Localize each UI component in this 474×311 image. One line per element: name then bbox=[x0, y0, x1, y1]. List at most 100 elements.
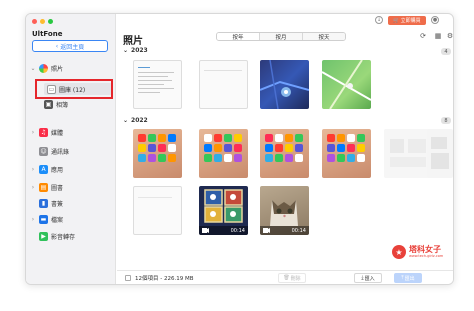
video-camera-icon bbox=[263, 228, 270, 233]
trash-icon: 🗑 bbox=[283, 275, 290, 281]
highlight-box bbox=[35, 79, 113, 99]
page-title: 照片 bbox=[123, 36, 143, 47]
refresh-icon[interactable]: ⟳ bbox=[418, 31, 428, 41]
import-icon: ⤓ bbox=[361, 275, 364, 281]
sidebar-item-label: 影音轉存 bbox=[51, 233, 76, 241]
photo-thumbnail[interactable] bbox=[384, 129, 433, 178]
sidebar-item-files[interactable]: › ▬ 檔案 bbox=[30, 213, 112, 225]
tab-by-year[interactable]: 按年 bbox=[217, 33, 260, 40]
group-header-2023[interactable]: ⌄ 2023 bbox=[123, 47, 148, 54]
photo-thumbnail[interactable] bbox=[199, 60, 248, 109]
sidebar-item-label: 通訊錄 bbox=[51, 148, 70, 156]
group-year-label: 2023 bbox=[131, 47, 148, 54]
chevron-down-icon[interactable]: ⌄ bbox=[123, 117, 128, 124]
import-label: 匯入 bbox=[364, 275, 375, 282]
photo-thumbnail[interactable] bbox=[322, 129, 371, 178]
back-arrow-icon: ‹ bbox=[55, 42, 59, 50]
video-thumbnail[interactable]: 00:14 bbox=[260, 186, 309, 235]
video-duration: 00:14 bbox=[291, 227, 306, 234]
buy-now-label: 立即購買 bbox=[400, 18, 421, 24]
user-icon[interactable]: ● bbox=[431, 16, 439, 24]
chevron-down-icon[interactable]: ⌄ bbox=[30, 65, 36, 72]
map-image bbox=[260, 60, 309, 109]
view-mode-segmented-control: 按年 按月 按天 bbox=[216, 32, 346, 41]
sidebar-item-label: 書簽 bbox=[51, 200, 64, 208]
cart-icon: 🛒 bbox=[393, 17, 400, 24]
download-icon[interactable]: ↓ bbox=[375, 16, 383, 24]
watermark-url: www.tech-girlz.com bbox=[409, 253, 444, 258]
game-map-image bbox=[322, 60, 371, 109]
video-thumbnail[interactable]: 00:14 bbox=[199, 186, 248, 235]
minimize-window-button[interactable] bbox=[40, 19, 45, 24]
video-duration: 00:14 bbox=[230, 227, 245, 234]
watermark-logo: ★ 塔科女子 www.tech-girlz.com bbox=[392, 243, 458, 261]
sidebar-item-media[interactable]: › ♫ 媒體 bbox=[30, 126, 112, 138]
music-icon: ♫ bbox=[39, 127, 48, 137]
window-controls bbox=[32, 19, 53, 24]
export-icon: ⤒ bbox=[401, 275, 404, 281]
sidebar: UltFone ‹ 返回主頁 ⌄ 照片 ▭ 圖庫 (12) ▣ 相簿 › ♫ 媒… bbox=[26, 14, 116, 284]
sidebar-item-photos[interactable]: ⌄ 照片 bbox=[30, 62, 112, 74]
bottom-bar: 12個項目 - 226.19 MB 🗑 刪除 ⤓ 匯入 ⤒ 匯出 bbox=[117, 270, 453, 284]
chevron-right-icon[interactable]: › bbox=[30, 184, 36, 191]
video-transfer-icon: ▶ bbox=[39, 231, 48, 241]
photo-thumbnail[interactable] bbox=[133, 186, 182, 235]
books-icon: ▤ bbox=[39, 182, 48, 192]
chevron-right-icon[interactable]: › bbox=[30, 216, 36, 223]
photo-thumbnail[interactable] bbox=[427, 129, 453, 178]
chevron-right-icon[interactable]: › bbox=[30, 129, 36, 136]
top-bar: ↓ 🛒 立即購買 ● bbox=[117, 14, 453, 26]
sidebar-item-label: 檔案 bbox=[51, 216, 64, 224]
contacts-icon: ☺ bbox=[39, 146, 48, 156]
buy-now-button[interactable]: 🛒 立即購買 bbox=[388, 16, 426, 25]
sidebar-item-contacts[interactable]: ☺ 通訊錄 bbox=[30, 145, 112, 157]
export-button[interactable]: ⤒ 匯出 bbox=[394, 273, 422, 283]
selection-summary: 12個項目 - 226.19 MB bbox=[135, 276, 194, 282]
artwork-image bbox=[204, 189, 243, 223]
sidebar-item-label: 媒體 bbox=[51, 129, 64, 137]
photo-thumbnail[interactable] bbox=[199, 129, 248, 178]
app-window: UltFone ‹ 返回主頁 ⌄ 照片 ▭ 圖庫 (12) ▣ 相簿 › ♫ 媒… bbox=[25, 13, 454, 285]
cat-image bbox=[270, 200, 298, 226]
sidebar-item-albums[interactable]: ▣ 相簿 bbox=[44, 98, 112, 110]
photo-thumbnail[interactable] bbox=[133, 129, 182, 178]
album-icon: ▣ bbox=[44, 99, 53, 109]
group-year-label: 2022 bbox=[131, 117, 148, 124]
video-camera-icon bbox=[202, 228, 209, 233]
sidebar-item-label: 相簿 bbox=[56, 101, 69, 109]
sidebar-item-label: 圖書 bbox=[51, 184, 64, 192]
photo-thumbnail[interactable] bbox=[260, 60, 309, 109]
sidebar-item-label: 照片 bbox=[51, 65, 64, 73]
sidebar-item-bookmarks[interactable]: ▮ 書簽 bbox=[30, 197, 112, 209]
close-window-button[interactable] bbox=[32, 19, 37, 24]
sidebar-item-voice-memos[interactable]: ▶ 影音轉存 bbox=[30, 230, 112, 242]
delete-button[interactable]: 🗑 刪除 bbox=[278, 273, 306, 283]
export-label: 匯出 bbox=[404, 275, 415, 282]
back-home-label: 返回主頁 bbox=[60, 43, 85, 51]
tab-by-day[interactable]: 按天 bbox=[303, 33, 345, 40]
tab-by-month[interactable]: 按月 bbox=[260, 33, 303, 40]
bookmark-icon: ▮ bbox=[39, 198, 48, 208]
delete-label: 刪除 bbox=[290, 275, 301, 282]
back-home-button[interactable]: ‹ 返回主頁 bbox=[32, 40, 108, 52]
photo-thumbnail[interactable] bbox=[133, 60, 182, 109]
chevron-right-icon[interactable]: › bbox=[30, 166, 36, 173]
photo-thumbnail[interactable] bbox=[260, 129, 309, 178]
video-duration-bar: 00:14 bbox=[260, 226, 309, 235]
import-button[interactable]: ⤓ 匯入 bbox=[354, 273, 382, 283]
sidebar-item-apps[interactable]: › A 應用 bbox=[30, 163, 112, 175]
group-header-2022[interactable]: ⌄ 2022 bbox=[123, 117, 148, 124]
photos-icon bbox=[39, 63, 48, 73]
photo-thumbnail[interactable] bbox=[322, 60, 371, 109]
video-duration-bar: 00:14 bbox=[199, 226, 248, 235]
calendar-icon[interactable]: ▦ bbox=[433, 31, 443, 41]
group-count-badge: 4 bbox=[441, 48, 451, 55]
sidebar-item-books[interactable]: › ▤ 圖書 bbox=[30, 181, 112, 193]
folder-icon: ▬ bbox=[39, 214, 48, 224]
maximize-window-button[interactable] bbox=[48, 19, 53, 24]
settings-icon[interactable]: ⚙ bbox=[445, 31, 453, 41]
select-all-checkbox[interactable] bbox=[125, 275, 131, 281]
chevron-down-icon[interactable]: ⌄ bbox=[123, 47, 128, 54]
group-count-badge: 8 bbox=[441, 117, 451, 124]
watermark-logo-icon: ★ bbox=[392, 245, 406, 259]
